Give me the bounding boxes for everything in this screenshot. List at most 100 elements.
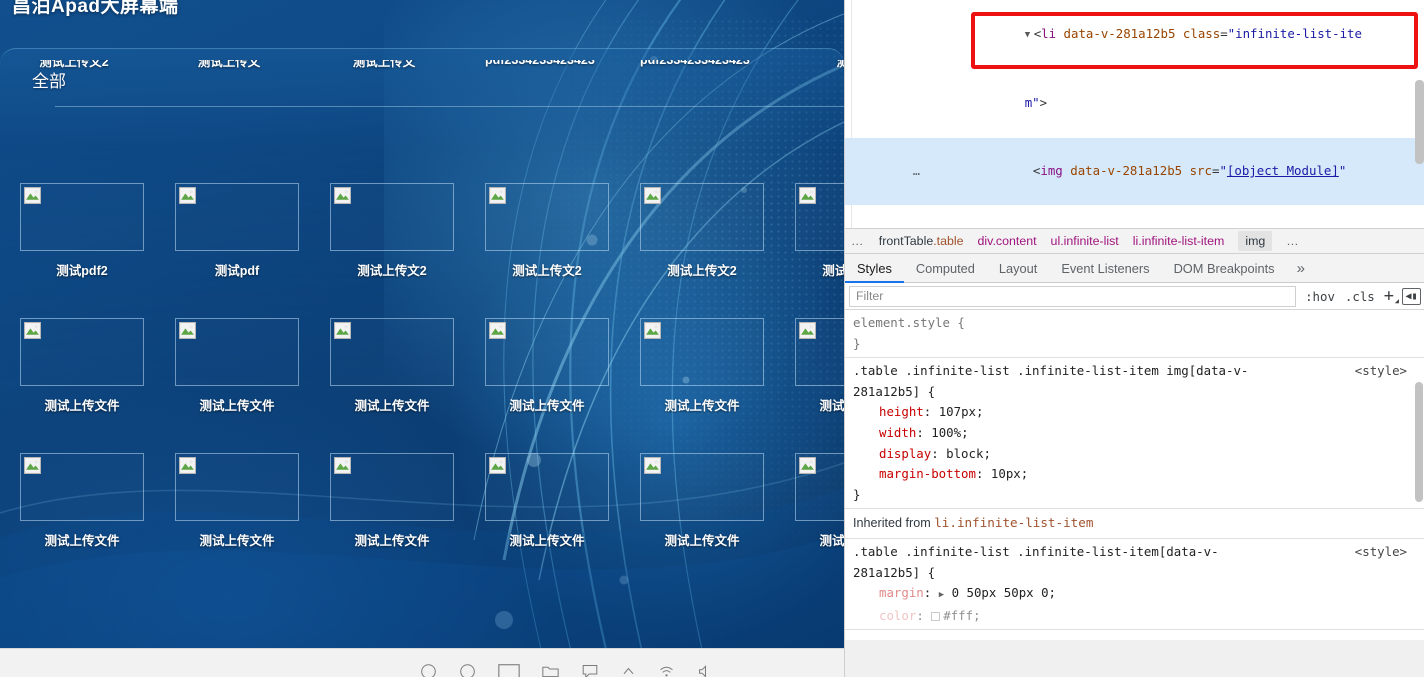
breadcrumb-overflow[interactable]: … [851,234,865,248]
file-thumbnail[interactable] [20,318,144,386]
file-item[interactable]: 测试上传文件 [795,453,844,549]
breadcrumb-item-img[interactable]: img [1238,231,1273,251]
file-thumbnail[interactable] [640,318,764,386]
new-style-rule-button[interactable]: + ◢ [1380,286,1399,306]
wifi-icon[interactable] [658,663,675,677]
declaration-height[interactable]: height: 107px; [853,402,1424,423]
styles-pane[interactable]: element.style { } <style> .table .infini… [845,310,1424,677]
element-style-selector: element.style { [853,315,965,330]
css-rule-img[interactable]: <style> .table .infinite-list .infinite-… [845,358,1424,510]
cls-toggle-button[interactable]: .cls [1340,289,1380,304]
file-item[interactable]: 测试上传文件 [175,318,299,414]
dom-tree[interactable]: ▼ <li data-v-281a12b5 class="infinite-lis… [845,0,1424,228]
expand-triangle-icon[interactable]: ▼ [1025,24,1034,47]
dom-line[interactable]: ▼ <li data-v-281a12b5 class="infinite-lis… [845,0,1424,70]
circle-icon[interactable] [420,663,437,677]
window-icon[interactable] [498,663,520,677]
tab-computed[interactable]: Computed [904,254,987,283]
file-thumbnail[interactable] [330,453,454,521]
inherited-rule-selector-line-2[interactable]: 281a12b5] { [853,563,1424,584]
file-item[interactable]: 测试pdf2 [20,183,144,279]
file-thumbnail[interactable] [485,318,609,386]
circle-icon[interactable] [459,663,476,677]
declaration-display[interactable]: display: block; [853,444,1424,465]
breadcrumb-item-fronttable[interactable]: frontTable.table [879,234,964,248]
file-thumbnail[interactable] [485,183,609,251]
dom-line-selected[interactable]: … <img data-v-281a12b5 src="[object Modul… [845,137,1424,206]
file-item[interactable]: 测试上传文件 [330,453,454,549]
breadcrumb-item-li-infinite-list-item[interactable]: li.infinite-list-item [1133,234,1225,248]
file-thumbnail[interactable] [175,453,299,521]
file-thumbnail[interactable] [795,183,844,251]
file-item[interactable]: 测试上传文件 [640,453,764,549]
chat-icon[interactable] [581,663,599,677]
file-item[interactable]: 测试上传文2 [330,183,454,279]
file-item[interactable]: 测试上传文2 [485,183,609,279]
broken-image-icon [799,457,816,474]
inherited-rule-selector-line-1[interactable]: .table .infinite-list .infinite-list-ite… [853,542,1424,563]
file-thumbnail[interactable] [20,183,144,251]
file-item[interactable]: 测试上传文2 [795,183,844,279]
rule-selector-line-2[interactable]: 281a12b5] { [853,382,1424,403]
file-name-label: 测试pdf [214,264,260,278]
file-thumbnail[interactable] [485,453,609,521]
file-thumbnail[interactable] [330,318,454,386]
clipped-file-label: 测试pdf2334233423423 [485,60,595,67]
file-item[interactable]: 测试上传文件 [175,453,299,549]
breadcrumb-item-div-content[interactable]: div.content [978,234,1037,248]
file-thumbnail[interactable] [795,453,844,521]
file-grid: 测试pdf2 测试pdf 测试上传文2 测试上传文2 测试上传文2 测试上传文2 测试上传文… [0,118,844,648]
broken-image-icon [799,322,816,339]
file-thumbnail[interactable] [20,453,144,521]
img-src-link[interactable]: [object Module] [1227,163,1339,178]
file-thumbnail[interactable] [175,183,299,251]
declaration-margin[interactable]: margin: ▶ 0 50px 50px 0; [853,583,1424,606]
tab-event-listeners[interactable]: Event Listeners [1049,254,1161,283]
rule-selector-line-1[interactable]: .table .infinite-list .infinite-list-ite… [853,361,1424,382]
rule-source-link[interactable]: <style> [1355,361,1407,382]
file-item[interactable]: 测试pdf [175,183,299,279]
styles-pane-scrollbar[interactable] [1415,382,1423,502]
declaration-margin-bottom[interactable]: margin-bottom: 10px; [853,464,1424,485]
rule-source-link[interactable]: <style> [1355,542,1407,563]
file-item[interactable]: 测试上传文件 [485,318,609,414]
file-thumbnail[interactable] [175,318,299,386]
file-name-label: 测试上传文件 [664,534,740,548]
file-thumbnail[interactable] [330,183,454,251]
breadcrumb-trailing-overflow[interactable]: … [1286,234,1300,248]
file-item[interactable]: 测试上传文件 [20,318,144,414]
file-thumbnail[interactable] [640,453,764,521]
toggle-sidebar-icon[interactable]: ◀▮ [1402,287,1421,305]
file-thumbnail[interactable] [640,183,764,251]
file-thumbnail[interactable] [795,318,844,386]
file-item[interactable]: 测试上传文件 [20,453,144,549]
dom-overflow-ellipsis[interactable]: … [905,160,921,183]
file-item[interactable]: 测试上传文件 [330,318,454,414]
tab-dom-breakpoints[interactable]: DOM Breakpoints [1162,254,1287,283]
declaration-color[interactable]: color: #fff; [853,606,1424,627]
clipped-previous-row-labels: 测试上传文2 测试上传文 测试上传文 测试pdf2334233423423 测试pdf2… [0,60,844,76]
dom-tree-scrollbar[interactable] [1415,80,1424,164]
dom-line[interactable]: alt> == $0 [845,205,1424,228]
filter-input[interactable] [849,285,1297,307]
volume-icon[interactable] [697,663,714,677]
inherited-from-selector[interactable]: li.infinite-list-item [934,515,1093,530]
breadcrumb-item-ul-infinite-list[interactable]: ul.infinite-list [1051,234,1119,248]
declaration-width[interactable]: width: 100%; [853,423,1424,444]
folder-icon[interactable] [542,663,559,677]
tab-overflow-chevron-icon[interactable]: » [1287,260,1315,277]
hov-toggle-button[interactable]: :hov [1300,289,1340,304]
tab-layout[interactable]: Layout [987,254,1049,283]
css-rule-inherited-li[interactable]: <style> .table .infinite-list .infinite-… [845,539,1424,631]
element-style-rule[interactable]: element.style { } [845,310,1424,359]
styles-panel-tabs: Styles Computed Layout Event Listeners D… [845,254,1424,283]
file-item[interactable]: 测试上传文件 [485,453,609,549]
file-name-label: 测试上传文2 [512,264,582,278]
tab-styles[interactable]: Styles [845,254,904,283]
file-item[interactable]: 测试上传文件 [640,318,764,414]
dom-line[interactable]: m"> [845,70,1424,138]
chevron-up-icon[interactable] [621,663,636,677]
file-item[interactable]: 测试上传文2 [640,183,764,279]
color-swatch[interactable] [931,611,941,621]
file-item[interactable]: 测试上传文件 [795,318,844,414]
